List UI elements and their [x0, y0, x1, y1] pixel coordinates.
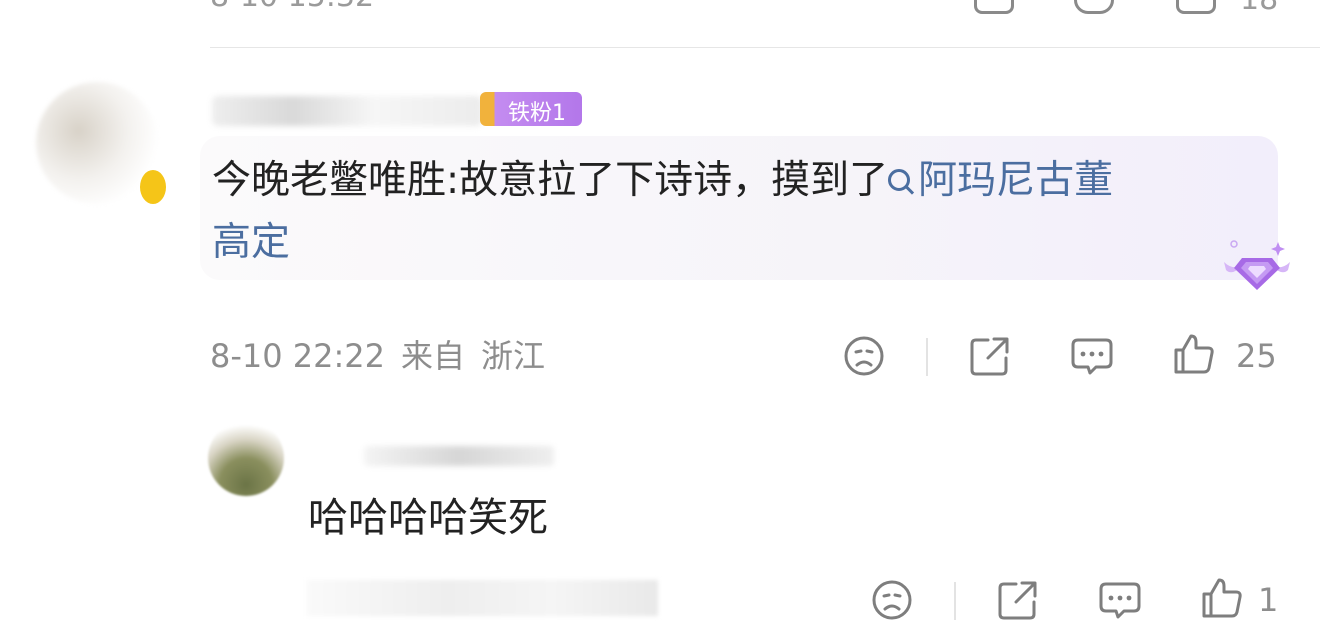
action-separator — [954, 582, 956, 620]
share-icon[interactable] — [968, 334, 1012, 378]
reply-meta — [306, 580, 658, 616]
share-icon[interactable] — [996, 578, 1040, 622]
fan-tag[interactable]: 铁粉1 — [480, 92, 582, 126]
diamond-badge-icon — [1224, 240, 1290, 290]
action-separator — [926, 338, 928, 376]
frown-face-icon[interactable] — [842, 334, 886, 378]
comment-divider — [210, 47, 1320, 48]
verified-badge-icon — [140, 170, 166, 204]
comment-meta: 8-10 22:22 来自 浙江 — [210, 336, 545, 376]
share-icon[interactable] — [974, 0, 1014, 14]
reply-username[interactable] — [364, 446, 554, 466]
comment-bubble-icon[interactable] — [1074, 0, 1114, 14]
comment-text: 今晚老鳖唯胜:故意拉了下诗诗，摸到了 阿玛尼古董 — [212, 158, 1113, 204]
thumbs-up-icon[interactable] — [1200, 576, 1244, 620]
thumbs-up-icon[interactable] — [1172, 332, 1216, 376]
comment-link-text[interactable]: 阿玛尼古董 — [918, 158, 1113, 203]
comment-source-label: 来自 — [401, 337, 466, 375]
reply-like-count: 1 — [1258, 581, 1279, 619]
previous-comment-time: 8-10 15:32 — [210, 0, 374, 12]
fan-tag-label: 铁粉1 — [508, 101, 566, 126]
avatar[interactable] — [208, 420, 284, 496]
comment-bubble-icon[interactable] — [1098, 578, 1142, 622]
search-icon — [888, 169, 911, 191]
comment-search-link[interactable]: 阿玛尼古董 — [888, 158, 1113, 203]
frown-face-icon[interactable] — [870, 578, 914, 622]
comment-text-main: 今晚老鳖唯胜:故意拉了下诗诗，摸到了 — [212, 158, 889, 203]
comment-time: 8-10 22:22 — [210, 337, 386, 375]
comment-link-continued[interactable]: 高定 — [212, 220, 290, 266]
previous-like-count: 18 — [1240, 0, 1278, 17]
like-count: 25 — [1236, 337, 1277, 375]
comment-bubble-icon[interactable] — [1070, 334, 1114, 378]
thumbs-up-icon[interactable] — [1176, 0, 1216, 14]
reply-text: 哈哈哈哈笑死 — [308, 495, 548, 541]
comment-location: 浙江 — [481, 337, 546, 375]
username[interactable] — [212, 96, 482, 126]
